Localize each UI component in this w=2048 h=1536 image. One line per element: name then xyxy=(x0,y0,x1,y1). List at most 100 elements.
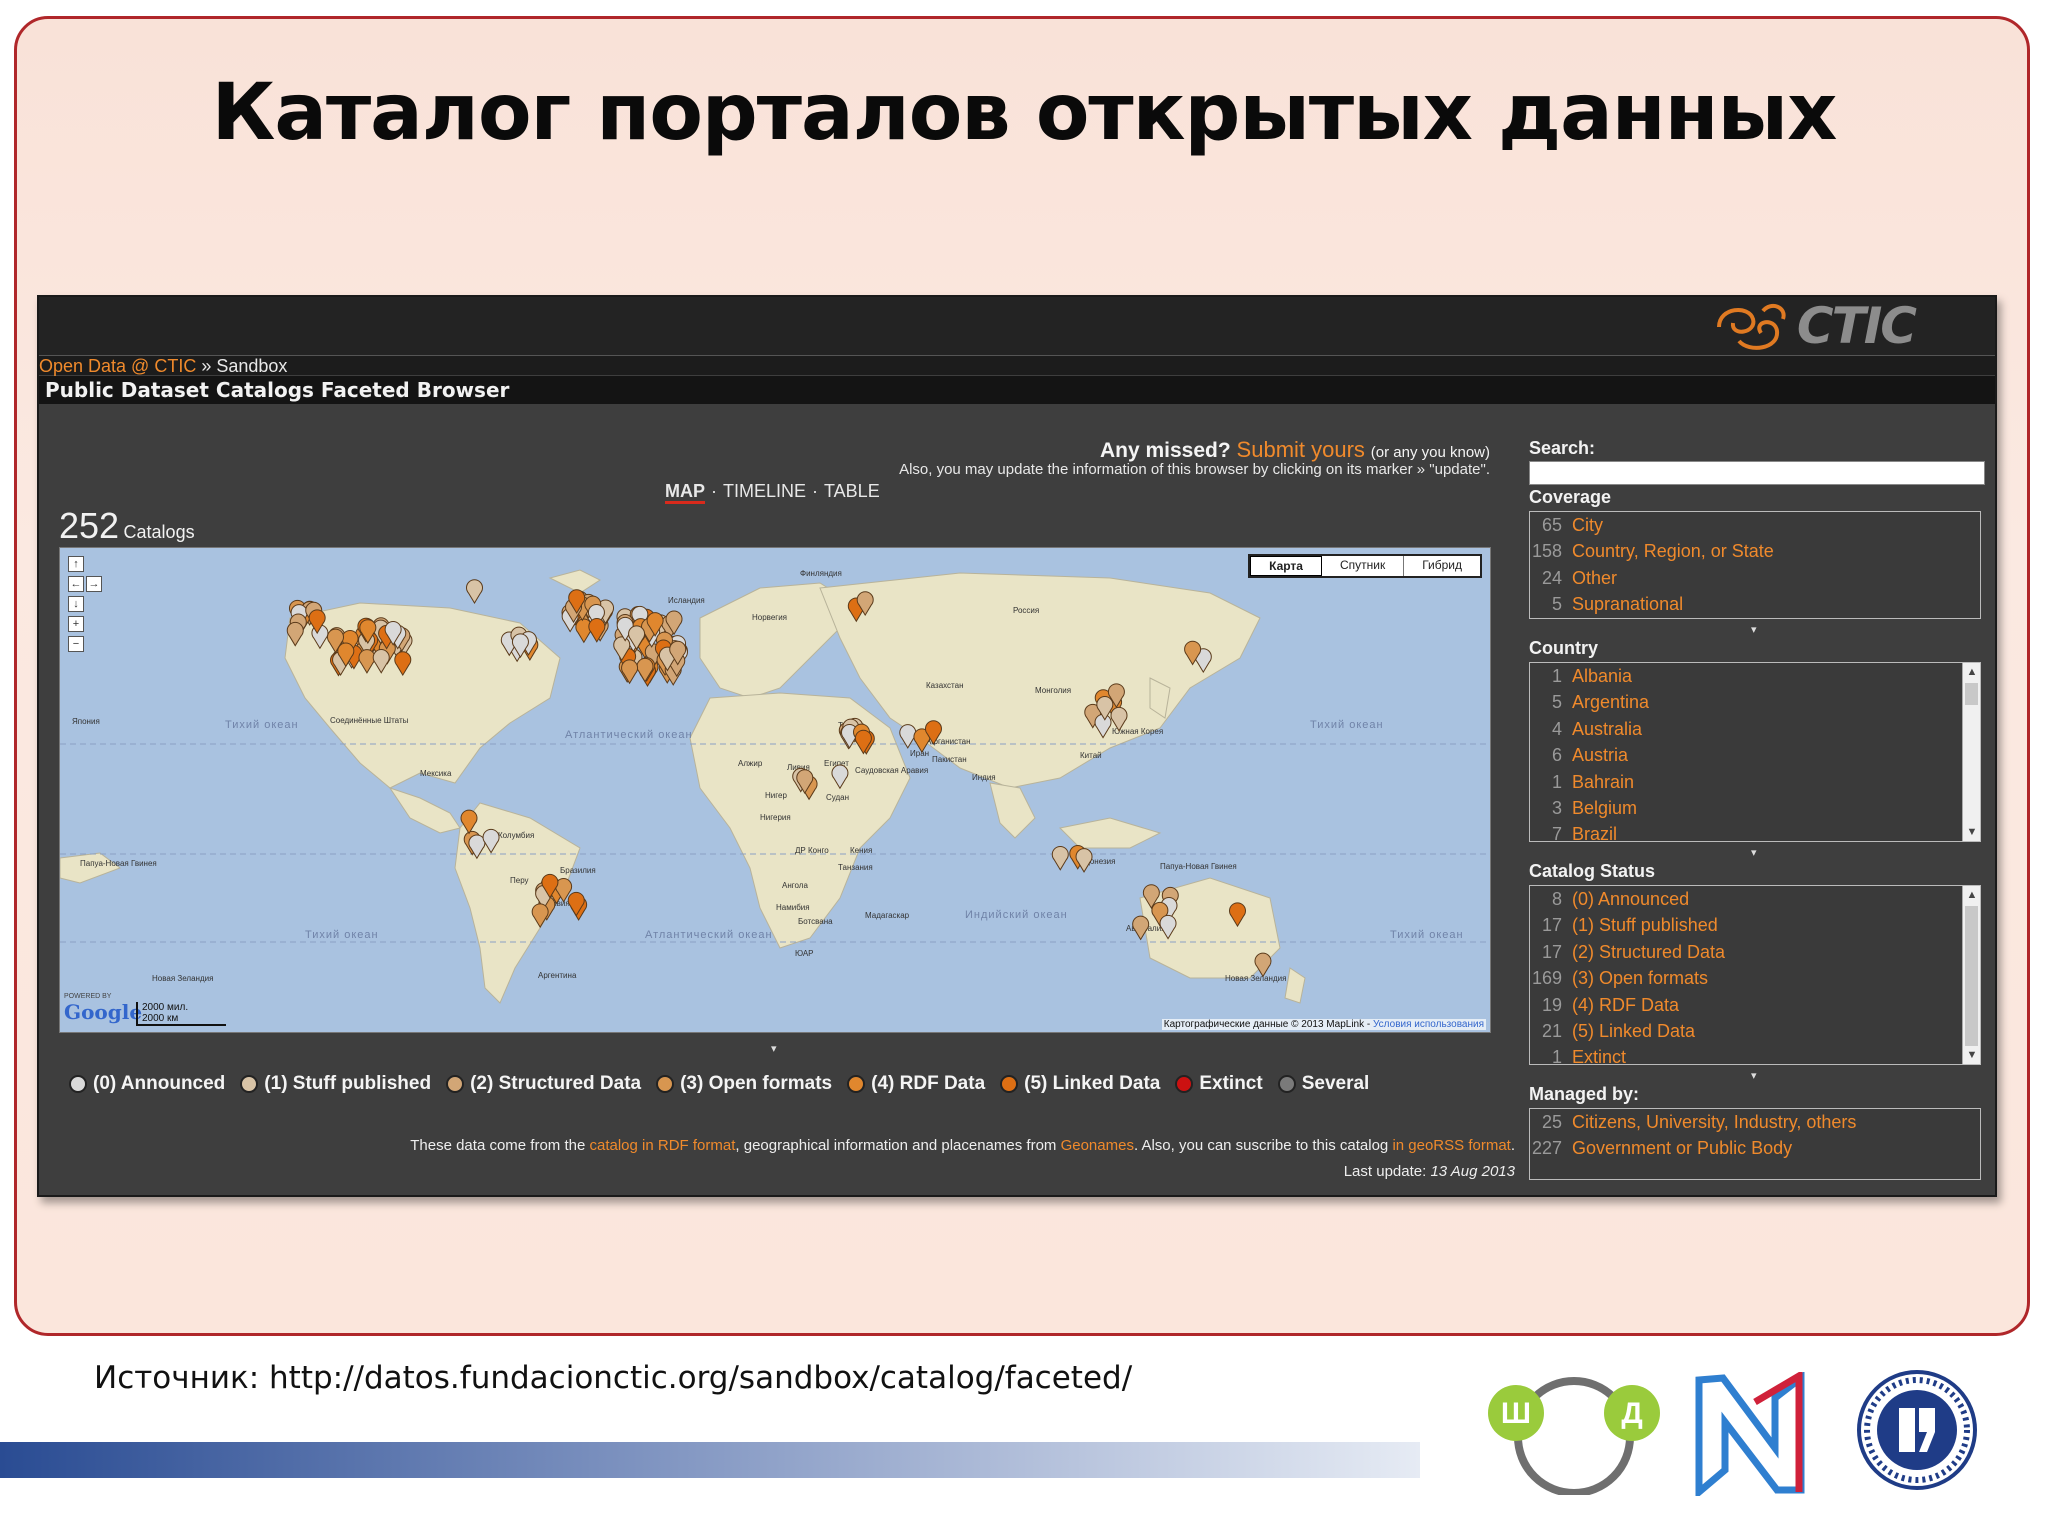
facet-item[interactable]: 1 Bahrain xyxy=(1530,769,1980,795)
pan-up-button[interactable]: ↑ xyxy=(68,556,84,572)
facet-label[interactable]: Country, Region, or State xyxy=(1572,538,1774,564)
facet-label[interactable]: City xyxy=(1572,512,1603,538)
facet-label[interactable]: Government or Public Body xyxy=(1572,1135,1792,1161)
facet-item[interactable]: 4 Australia xyxy=(1530,716,1980,742)
facet-item[interactable]: 24 Other xyxy=(1530,565,1980,591)
legend-label: (0) Announced xyxy=(93,1073,226,1094)
catalog-count-value: 252 xyxy=(59,505,120,546)
world-map[interactable]: Тихий океан Тихий океан Тихий океан Тихи… xyxy=(59,547,1491,1033)
status-facet: 8 (0) Announced 17 (1) Stuff published 17 (… xyxy=(1529,885,1981,1065)
pan-left-button[interactable]: ← xyxy=(68,576,84,592)
facet-item[interactable]: 8 (0) Announced xyxy=(1530,886,1980,912)
facet-item[interactable]: 5 Supranational xyxy=(1530,591,1980,617)
facet-item[interactable]: 3 Belgium xyxy=(1530,795,1980,821)
facet-label[interactable]: Australia xyxy=(1572,716,1642,742)
coverage-facet: 65 City 158 Country, Region, or State 24 Ot… xyxy=(1529,511,1981,619)
zoom-out-button[interactable]: − xyxy=(68,636,84,652)
map-label: Колумбия xyxy=(498,831,534,840)
pan-down-button[interactable]: ↓ xyxy=(68,596,84,612)
facet-label[interactable]: Extinct xyxy=(1572,1044,1626,1064)
facet-item[interactable]: 21 (5) Linked Data xyxy=(1530,1018,1980,1044)
tab-table[interactable]: TABLE xyxy=(824,481,880,501)
facet-label[interactable]: (0) Announced xyxy=(1572,886,1689,912)
map-scale: 2000 мил. 2000 км xyxy=(136,1002,226,1026)
facet-count: 1 xyxy=(1551,1047,1562,1065)
scroll-thumb[interactable] xyxy=(1965,683,1978,705)
breadcrumb: Open Data @ CTIC » Sandbox xyxy=(39,355,1995,376)
facet-item[interactable]: 17 (1) Stuff published xyxy=(1530,912,1980,938)
facet-item[interactable]: 25 Citizens, University, Industry, others xyxy=(1530,1109,1980,1135)
facet-item[interactable]: 5 Argentina xyxy=(1530,689,1980,715)
facet-item[interactable]: 6 Austria xyxy=(1530,742,1980,768)
facet-item[interactable]: 19 (4) RDF Data xyxy=(1530,992,1980,1018)
breadcrumb-link-opendata[interactable]: Open Data @ CTIC xyxy=(39,356,196,376)
facet-label[interactable]: Argentina xyxy=(1572,689,1649,715)
ctic-logo[interactable]: CTIC xyxy=(1709,297,1917,355)
submit-yours-link[interactable]: Submit yours xyxy=(1237,437,1365,462)
legend-item: Several xyxy=(1277,1073,1369,1095)
facet-count: 25 xyxy=(1541,1112,1562,1132)
country-scrollbar[interactable]: ▲ ▼ xyxy=(1962,663,1980,841)
facet-item[interactable]: 1 Extinct xyxy=(1530,1044,1980,1065)
geonames-link[interactable]: Geonames xyxy=(1061,1137,1134,1154)
facet-item[interactable]: 65 City xyxy=(1530,512,1980,538)
facet-count: 8 xyxy=(1551,889,1562,909)
facet-label[interactable]: Bahrain xyxy=(1572,769,1634,795)
scroll-up-icon[interactable]: ▲ xyxy=(1963,886,1980,904)
catalog-marker-icon[interactable] xyxy=(1254,952,1272,978)
facet-item[interactable]: 227 Government or Public Body xyxy=(1530,1135,1980,1161)
map-type-satellite[interactable]: Спутник xyxy=(1322,556,1405,576)
map-type-switcher: Карта Спутник Гибрид xyxy=(1248,554,1482,578)
facet-label[interactable]: (3) Open formats xyxy=(1572,965,1708,991)
pan-right-button[interactable]: → xyxy=(86,576,102,592)
managed-facet: 25 Citizens, University, Industry, others… xyxy=(1529,1108,1981,1180)
world-map-canvas[interactable]: Тихий океан Тихий океан Тихий океан Тихи… xyxy=(60,548,1491,1033)
catalog-marker-icon[interactable] xyxy=(466,579,483,604)
facet-item[interactable]: 17 (2) Structured Data xyxy=(1530,939,1980,965)
catalog-marker-icon[interactable] xyxy=(621,659,638,685)
map-type-hybrid[interactable]: Гибрид xyxy=(1404,556,1480,576)
facet-item[interactable]: 7 Brazil xyxy=(1530,821,1980,841)
zoom-in-button[interactable]: + xyxy=(68,616,84,632)
rdf-catalog-link[interactable]: catalog in RDF format xyxy=(590,1137,736,1154)
tab-map[interactable]: MAP xyxy=(665,481,705,504)
scroll-thumb[interactable] xyxy=(1965,906,1978,1046)
facet-label[interactable]: Citizens, University, Industry, others xyxy=(1572,1109,1856,1135)
facet-item[interactable]: 158 Country, Region, or State xyxy=(1530,538,1980,564)
scroll-down-icon[interactable]: ▼ xyxy=(1963,823,1980,841)
facet-label[interactable]: Other xyxy=(1572,565,1617,591)
facet-count: 3 xyxy=(1551,798,1562,819)
facet-count: 5 xyxy=(1551,594,1562,615)
catalog-marker-icon[interactable] xyxy=(1051,845,1069,871)
facet-label[interactable]: (5) Linked Data xyxy=(1572,1018,1695,1044)
facet-item[interactable]: 169 (3) Open formats xyxy=(1530,965,1980,991)
facet-label[interactable]: Belgium xyxy=(1572,795,1637,821)
facet-count: 24 xyxy=(1541,567,1562,588)
facet-label[interactable]: Brazil xyxy=(1572,821,1617,841)
last-update: Last update: 13 Aug 2013 xyxy=(1344,1163,1515,1180)
tab-timeline[interactable]: TIMELINE xyxy=(723,481,806,501)
map-label: ДР Конго xyxy=(795,846,829,855)
search-input[interactable] xyxy=(1529,461,1985,485)
facet-label[interactable]: (4) RDF Data xyxy=(1572,992,1679,1018)
terms-link[interactable]: Условия использования xyxy=(1373,1019,1484,1030)
facet-label[interactable]: Austria xyxy=(1572,742,1628,768)
caret-down-icon: ▾ xyxy=(1751,847,1757,859)
attribution-text: Картографические данные © 2013 MapLink - xyxy=(1163,1019,1373,1030)
facet-label[interactable]: Supranational xyxy=(1572,591,1683,617)
georss-link[interactable]: in geoRSS format xyxy=(1392,1137,1510,1154)
facet-label[interactable]: (2) Structured Data xyxy=(1572,939,1725,965)
legend-marker-icon xyxy=(1175,1075,1194,1093)
status-scrollbar[interactable]: ▲ ▼ xyxy=(1962,886,1980,1064)
source-citation: Источник: http://datos.fundacionctic.org… xyxy=(94,1360,1133,1396)
bottom-color-band xyxy=(0,1442,1420,1478)
facet-item[interactable]: 1 Albania xyxy=(1530,663,1980,689)
google-logo[interactable]: POWERED BY Google xyxy=(64,993,142,1024)
scroll-up-icon[interactable]: ▲ xyxy=(1963,663,1980,681)
facet-label[interactable]: (1) Stuff published xyxy=(1572,912,1718,938)
facet-label[interactable]: Albania xyxy=(1572,663,1632,689)
catalog-marker-icon[interactable] xyxy=(588,618,606,643)
map-type-map[interactable]: Карта xyxy=(1250,556,1322,576)
slide-title: Каталог порталов открытых данных xyxy=(211,68,1838,158)
scroll-down-icon[interactable]: ▼ xyxy=(1963,1046,1980,1064)
